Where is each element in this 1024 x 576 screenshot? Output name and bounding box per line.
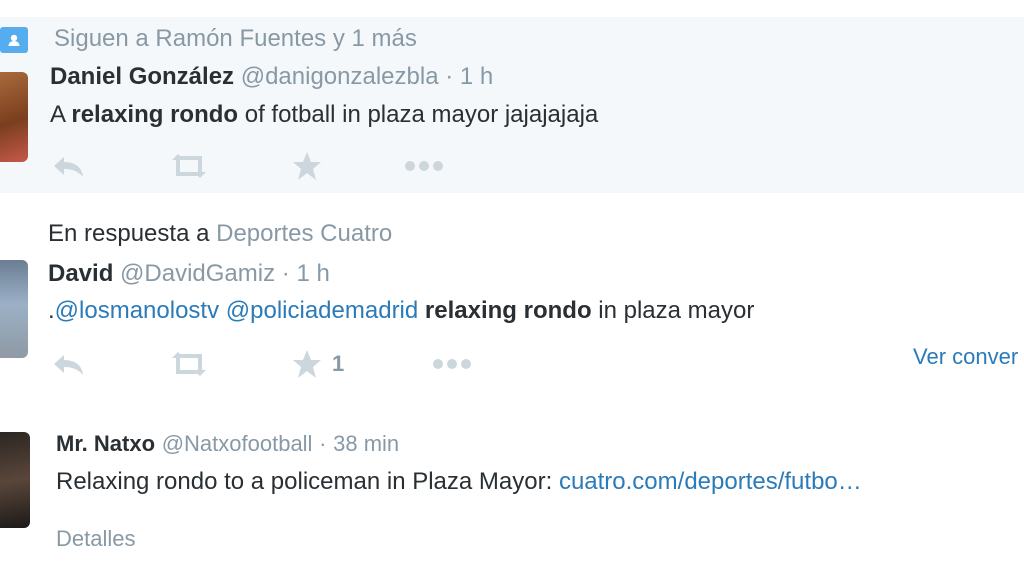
reply-button[interactable]: [52, 149, 86, 183]
social-context: Siguen a Ramón Fuentes y 1 más: [54, 25, 417, 52]
text-fragment: of fotball in plaza mayor jajajajaja: [238, 101, 599, 128]
tweet-text: A relaxing rondo of fotball in plaza may…: [50, 101, 598, 129]
reply-button[interactable]: [52, 347, 86, 381]
author-handle[interactable]: @DavidGamiz: [120, 260, 275, 287]
reply-icon: [54, 355, 83, 375]
tweet-header: David @DavidGamiz · 1 h: [48, 260, 330, 288]
avatar[interactable]: [0, 432, 30, 528]
retweet-icon: [172, 352, 206, 376]
text-fragment: .: [48, 297, 55, 324]
text-fragment: [418, 297, 425, 324]
mention-link[interactable]: @policiademadrid: [226, 297, 418, 324]
more-icon: [433, 359, 471, 369]
text-fragment: [219, 297, 226, 324]
text-fragment: Relaxing rondo to a policeman in Plaza M…: [56, 468, 559, 495]
author-handle[interactable]: @Natxofootball: [162, 431, 313, 456]
timestamp[interactable]: 38 min: [333, 431, 399, 456]
tweet-text: .@losmanolostv @policiademadrid relaxing…: [48, 297, 754, 325]
retweet-button[interactable]: [168, 149, 210, 183]
favorite-count: 1: [332, 351, 345, 376]
highlighted-keyword: relaxing rondo: [71, 101, 239, 128]
tweet[interactable]: En respuesta a Deportes Cuatro David @Da…: [0, 210, 1024, 390]
reply-context: En respuesta a Deportes Cuatro: [48, 220, 392, 248]
more-button[interactable]: [404, 149, 444, 183]
favorite-button[interactable]: 1: [292, 347, 344, 381]
url-link[interactable]: cuatro.com/deportes/futbo…: [559, 468, 862, 495]
mention-link[interactable]: @losmanolostv: [55, 297, 219, 324]
more-icon: [405, 161, 443, 171]
more-button[interactable]: [432, 347, 472, 381]
avatar[interactable]: [0, 260, 28, 358]
favorite-button[interactable]: [292, 149, 322, 183]
reply-to-link[interactable]: Deportes Cuatro: [216, 220, 392, 247]
timestamp[interactable]: 1 h: [460, 63, 493, 90]
text-fragment: in plaza mayor: [591, 297, 755, 324]
highlighted-keyword: relaxing rondo: [424, 297, 592, 324]
text-fragment: A: [50, 101, 72, 128]
retweet-button[interactable]: [168, 347, 210, 381]
reply-icon: [54, 157, 83, 177]
author-name[interactable]: Mr. Natxo: [56, 431, 155, 456]
author-handle[interactable]: @danigonzalezbla: [241, 63, 439, 90]
retweet-icon: [172, 154, 206, 178]
tweet[interactable]: Mr. Natxo @Natxofootball · 38 min Relaxi…: [0, 410, 1024, 576]
tweet-text: Relaxing rondo to a policeman in Plaza M…: [56, 468, 862, 496]
author-name[interactable]: David: [48, 260, 113, 287]
details-link[interactable]: Detalles: [56, 526, 135, 552]
person-icon: [0, 27, 28, 53]
tweet-header: Daniel González @danigonzalezbla · 1 h: [50, 63, 493, 91]
separator-dot: ·: [319, 431, 327, 456]
timestamp[interactable]: 1 h: [296, 260, 329, 287]
tweet-header: Mr. Natxo @Natxofootball · 38 min: [56, 430, 399, 458]
star-icon: [293, 350, 321, 378]
star-icon: [293, 152, 321, 180]
reply-prefix: En respuesta a: [48, 220, 210, 247]
view-conversation-link[interactable]: Ver conver: [913, 344, 1018, 370]
tweet[interactable]: Siguen a Ramón Fuentes y 1 más Daniel Go…: [0, 17, 1024, 193]
separator-dot: ·: [445, 63, 454, 90]
separator-dot: ·: [281, 260, 290, 287]
avatar[interactable]: [0, 72, 28, 162]
author-name[interactable]: Daniel González: [50, 63, 234, 90]
